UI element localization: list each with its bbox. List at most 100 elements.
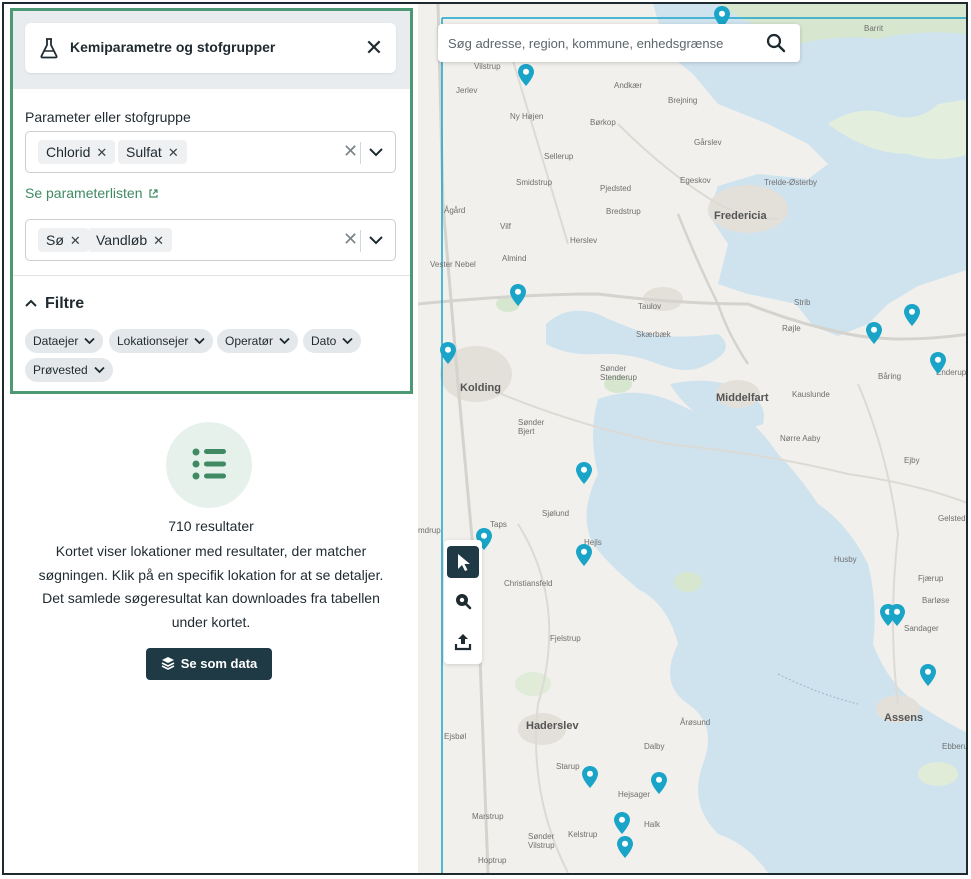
- map-label: Smidstrup: [516, 178, 553, 187]
- chip-remove-icon[interactable]: ✕: [153, 233, 164, 248]
- location-pin[interactable]: [617, 836, 633, 858]
- panel-header-area: Kemiparametre og stofgrupper ✕: [13, 11, 410, 89]
- map-label-city: Fredericia: [714, 210, 767, 222]
- location-pin[interactable]: [614, 812, 630, 834]
- external-link-icon: [148, 189, 158, 198]
- chip-label: Vandløb: [96, 232, 148, 248]
- chip-label: Chlorid: [46, 144, 91, 160]
- filter-provested[interactable]: Prøvested: [25, 358, 113, 382]
- filter-label: Prøvested: [33, 363, 88, 377]
- location-pin[interactable]: [440, 342, 456, 364]
- map-label: Husby: [834, 555, 857, 564]
- filter-toggle[interactable]: Filtre: [25, 295, 84, 313]
- filter-lokationsejer[interactable]: Lokationsejer: [109, 329, 214, 353]
- map-label-city: Kolding: [460, 382, 501, 394]
- type-select[interactable]: Sø ✕ Vandløb ✕ ✕: [25, 219, 396, 261]
- cursor-icon: [458, 554, 470, 571]
- chip-so: Sø ✕: [38, 228, 89, 252]
- parameter-select[interactable]: Chlorid ✕ Sulfat ✕ ✕: [25, 131, 396, 173]
- chip-remove-icon[interactable]: ✕: [168, 145, 179, 160]
- map-search: [438, 24, 800, 62]
- location-pin[interactable]: [518, 64, 534, 86]
- map-label: Ebberup: [942, 742, 968, 751]
- clear-icon[interactable]: ✕: [343, 229, 358, 250]
- map-base: [418, 4, 966, 873]
- search-icon[interactable]: [766, 33, 786, 53]
- select-tool-button[interactable]: [447, 546, 479, 578]
- location-pin[interactable]: [651, 772, 667, 794]
- location-pin[interactable]: [582, 766, 598, 788]
- filter-dato[interactable]: Dato: [303, 329, 362, 353]
- map-label: Kauslunde: [792, 390, 830, 399]
- location-pin[interactable]: [930, 352, 946, 374]
- map-label: Kelstrup: [568, 830, 598, 839]
- map-label: Båring: [878, 372, 902, 381]
- location-pin[interactable]: [576, 462, 592, 484]
- filter-label: Lokationsejer: [117, 334, 189, 348]
- chevron-down-icon[interactable]: [367, 143, 385, 161]
- map-label: Fjelstrup: [550, 634, 581, 643]
- location-pin[interactable]: [889, 604, 905, 626]
- filter-label: Dato: [311, 334, 337, 348]
- upload-icon: [454, 634, 472, 651]
- map-label: Pjedsted: [600, 184, 632, 193]
- chevron-down-icon: [94, 366, 105, 374]
- filter-label: Dataejer: [33, 334, 79, 348]
- address-search-input[interactable]: [448, 33, 748, 53]
- location-pin[interactable]: [920, 664, 936, 686]
- map-label: Christiansfeld: [504, 579, 553, 588]
- clear-icon[interactable]: ✕: [343, 141, 358, 162]
- filter-label: Operatør: [225, 334, 274, 348]
- location-pin[interactable]: [866, 322, 882, 344]
- map-label: Årøsund: [680, 718, 711, 727]
- map-label: Ejby: [904, 456, 920, 465]
- map-label: Barløse: [922, 596, 950, 605]
- map-label: Sønder Stenderup: [600, 364, 637, 382]
- map-view[interactable]: Barrit Vilstrup Jerlev Andkær Brejning N…: [418, 4, 968, 873]
- map-label: Ny Højen: [510, 112, 544, 121]
- filter-heading: Filtre: [45, 295, 85, 312]
- map-label: Herslev: [570, 236, 598, 245]
- location-pin[interactable]: [510, 284, 526, 306]
- map-label: mdrup: [418, 526, 441, 535]
- location-pin[interactable]: [904, 304, 920, 326]
- chip-remove-icon[interactable]: ✕: [96, 145, 107, 160]
- map-label: Sjølund: [542, 509, 570, 518]
- chip-remove-icon[interactable]: ✕: [70, 233, 81, 248]
- map-label: Hejsager: [618, 790, 651, 799]
- map-label: Nørre Aaby: [780, 434, 821, 443]
- map-label: Gelsted: [938, 514, 966, 523]
- chevron-down-icon: [84, 337, 95, 345]
- map-label: Vilstrup: [474, 62, 501, 71]
- see-as-data-button[interactable]: Se som data: [146, 648, 272, 680]
- upload-button[interactable]: [447, 626, 479, 658]
- map-label: Ejsbøl: [444, 732, 467, 741]
- map-label: Skærbæk: [636, 330, 671, 339]
- flask-icon: [40, 38, 58, 59]
- layers-icon: [161, 657, 175, 670]
- map-label: Egeskov: [680, 176, 711, 185]
- map-label-city: Haderslev: [526, 720, 579, 732]
- map-label: Taps: [490, 520, 507, 529]
- parameter-list-link[interactable]: Se parameterlisten: [25, 185, 159, 201]
- map-label: Bredstrup: [606, 207, 641, 216]
- panel-divider: [13, 275, 410, 276]
- filter-dataejer[interactable]: Dataejer: [25, 329, 104, 353]
- chevron-down-icon[interactable]: [367, 231, 385, 249]
- map-label: Barrit: [864, 24, 884, 33]
- map-label: Dalby: [644, 742, 665, 751]
- panel-header: Kemiparametre og stofgrupper ✕: [25, 23, 396, 73]
- map-label: Jerlev: [456, 86, 478, 95]
- filter-operator[interactable]: Operatør: [217, 329, 299, 353]
- parameter-label: Parameter eller stofgruppe: [25, 109, 191, 125]
- location-pin[interactable]: [576, 544, 592, 566]
- map-label: Andkær: [614, 81, 643, 90]
- result-count: 710 resultater: [168, 518, 254, 534]
- chip-sulfat: Sulfat ✕: [118, 140, 187, 164]
- search-pin-icon: [456, 594, 472, 610]
- map-label: Sandager: [904, 624, 939, 633]
- close-icon[interactable]: ✕: [364, 36, 384, 60]
- zoom-location-button[interactable]: [447, 586, 479, 618]
- parameter-list-link-label: Se parameterlisten: [25, 185, 143, 201]
- map-label: Almind: [502, 254, 527, 263]
